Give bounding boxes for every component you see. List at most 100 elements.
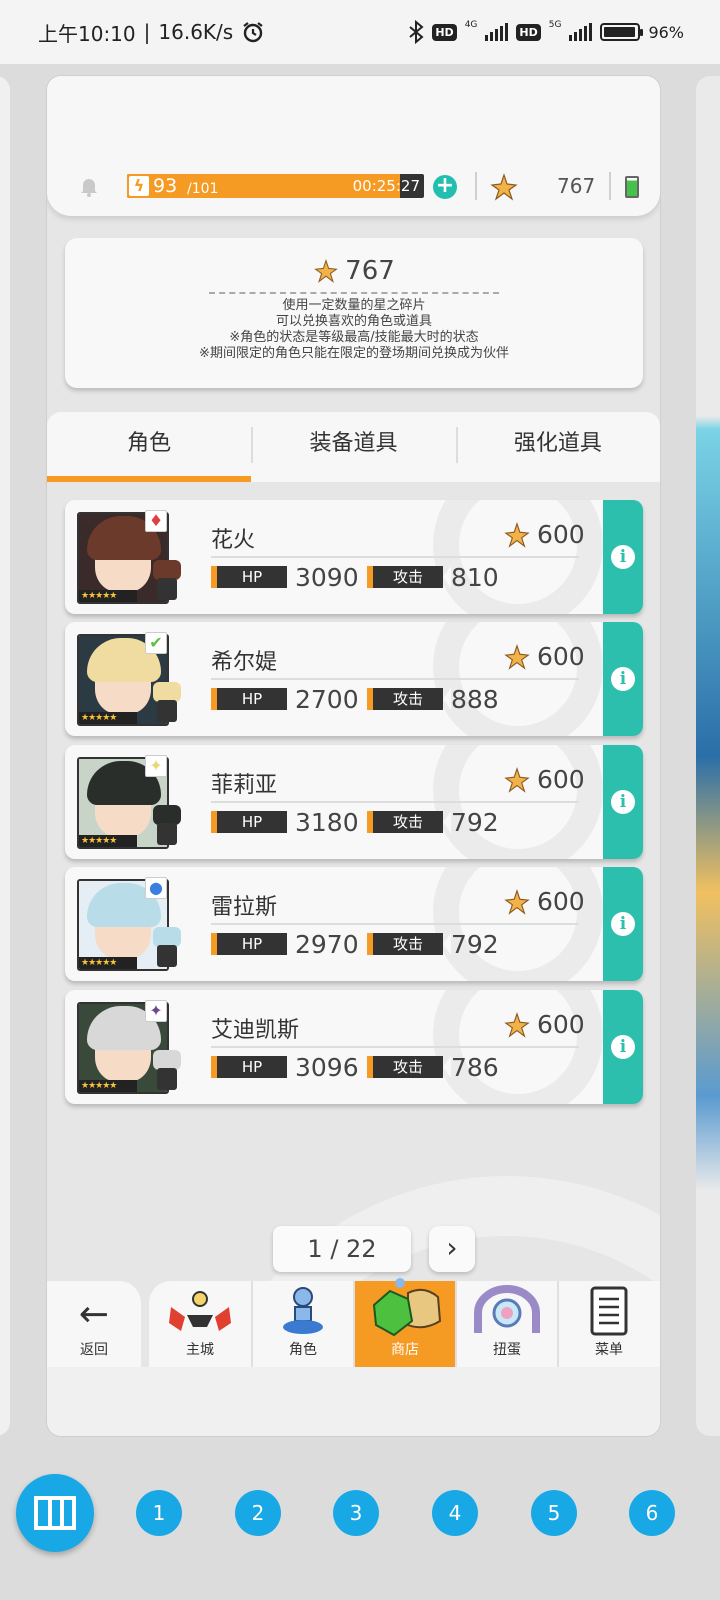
status-time: 上午10:10 (38, 21, 136, 46)
dock-page-button[interactable]: 3 (333, 1490, 379, 1536)
dock-page-button[interactable]: 2 (235, 1490, 281, 1536)
hd-badge-2: HD (516, 23, 541, 41)
info-line: 可以兑换喜欢的角色或道具 (275, 314, 432, 329)
price: 600 (503, 765, 585, 794)
status-speed: 16.6K/s (158, 20, 234, 44)
price: 600 (503, 1010, 585, 1039)
tab-equipment[interactable]: 装备道具 (251, 412, 455, 482)
dock-page-button[interactable]: 5 (531, 1490, 577, 1536)
info-icon: i (611, 545, 635, 569)
character-card[interactable]: ★★★★★ ✦ 菲莉亚 600 HP 3180 攻击 792 i (65, 745, 643, 859)
next-page-button[interactable]: › (429, 1226, 475, 1272)
attack-value: 792 (451, 807, 499, 837)
price-value: 600 (537, 520, 585, 549)
attack-value: 792 (451, 929, 499, 959)
divider (475, 172, 477, 200)
character-card[interactable]: ★★★★★ ● 雷拉斯 600 HP 2970 攻击 792 i (65, 867, 643, 981)
element-icon: ✦ (145, 755, 167, 777)
castle-icon (149, 1281, 251, 1339)
hp-stat: HP 3090 (211, 563, 359, 592)
character-name: 菲莉亚 (211, 773, 278, 798)
nav-item-gacha[interactable]: 扭蛋 (455, 1281, 557, 1367)
signal-icon-2 (569, 23, 593, 41)
hp-label: HP (211, 1056, 295, 1078)
bluetooth-icon (409, 20, 424, 44)
shop-bag-icon (355, 1278, 455, 1339)
stamina-current: 93 (153, 175, 178, 197)
attack-stat: 攻击 888 (367, 685, 499, 714)
exchange-info-panel: 767 使用一定数量的星之碎片 可以兑换喜欢的角色或道具 ※角色的状态是等级最高… (65, 238, 643, 388)
character-card[interactable]: ★★★★★ ✦ 艾迪凯斯 600 HP 3096 攻击 786 i (65, 990, 643, 1104)
nav-item-menu[interactable]: 菜单 (557, 1281, 659, 1367)
hp-value: 2970 (295, 929, 359, 959)
character-card[interactable]: ★★★★★ ✔ 希尔媞 600 HP 2700 攻击 888 i (65, 622, 643, 736)
nav-item-shop[interactable]: 商店 (353, 1278, 455, 1367)
adjacent-card-left (0, 76, 10, 1436)
game-window[interactable]: ϟ 93 /101 00:25:27 + 767 767 使用一定数量的星之碎片… (47, 76, 660, 1436)
dock-page-button[interactable]: 6 (629, 1490, 675, 1536)
character-name: 希尔媞 (211, 650, 278, 675)
hp-value: 3180 (295, 807, 359, 837)
rarity-stars: ★★★★★ (79, 957, 137, 969)
bottom-nav: ← 返回 主城 角色 商店 扭蛋 菜单 (47, 1278, 660, 1367)
nav-item-characters[interactable]: 角色 (251, 1281, 353, 1367)
price: 600 (503, 520, 585, 549)
battery-icon (600, 23, 644, 41)
sprite-head (153, 682, 181, 702)
character-info-button[interactable]: i (603, 990, 643, 1104)
tab-characters[interactable]: 角色 (47, 412, 252, 482)
multiwindow-home-button[interactable] (16, 1474, 94, 1552)
sprite-body (157, 578, 177, 600)
hd-badge: HD (432, 23, 457, 41)
star-shard-icon (314, 258, 338, 283)
bell-icon[interactable] (77, 174, 101, 198)
back-button[interactable]: ← 返回 (47, 1281, 141, 1367)
attack-stat: 攻击 786 (367, 1052, 499, 1082)
dashed-divider (209, 292, 499, 294)
dock-page-button[interactable]: 1 (136, 1490, 182, 1536)
character-info-button[interactable]: i (603, 622, 643, 736)
price-value: 600 (537, 1010, 585, 1039)
info-icon: i (611, 667, 635, 691)
attack-label: 攻击 (367, 1056, 451, 1078)
hp-stat: HP 2700 (211, 685, 359, 714)
back-label: 返回 (80, 1342, 108, 1358)
window-icon (34, 1496, 76, 1530)
character-icon (253, 1281, 353, 1339)
add-stamina-button[interactable]: + (433, 175, 457, 199)
name-underline (211, 1046, 579, 1048)
alarm-icon (243, 22, 263, 43)
hp-label: HP (211, 811, 295, 833)
info-line: 使用一定数量的星之碎片 (282, 298, 426, 313)
name-underline (211, 678, 579, 680)
sprite-head (153, 927, 181, 947)
character-name: 花火 (211, 528, 256, 553)
character-card[interactable]: ★★★★★ ♦ 花火 600 HP 3090 攻击 810 i (65, 500, 643, 614)
dock-page-button[interactable]: 4 (432, 1490, 478, 1536)
nav-bar: 主城 角色 商店 扭蛋 菜单 (149, 1278, 660, 1367)
category-tabs: 角色 装备道具 强化道具 (47, 412, 660, 482)
element-icon: ✦ (145, 1000, 167, 1022)
character-info-button[interactable]: i (603, 867, 643, 981)
hp-label: HP (211, 933, 295, 955)
signal-icon (485, 23, 509, 41)
nav-label: 角色 (289, 1342, 317, 1358)
attack-stat: 攻击 792 (367, 807, 499, 837)
attack-stat: 攻击 792 (367, 929, 499, 959)
name-underline (211, 801, 579, 803)
element-icon: ♦ (145, 510, 167, 532)
net-5g-label: 5G (548, 20, 562, 30)
sprite-body (157, 700, 177, 722)
tab-enhancement[interactable]: 强化道具 (455, 412, 660, 482)
hp-label: HP (211, 688, 295, 710)
attack-value: 786 (451, 1052, 499, 1082)
sprite-body (157, 945, 177, 967)
character-info-button[interactable]: i (603, 500, 643, 614)
character-info-button[interactable]: i (603, 745, 643, 859)
star-shard-icon (504, 766, 530, 793)
pixel-sprite-icon (149, 680, 185, 724)
sprite-head (153, 1050, 181, 1070)
nav-item-castle[interactable]: 主城 (149, 1281, 251, 1367)
element-icon: ✔ (145, 632, 167, 654)
info-line: ※角色的状态是等级最高/技能最大时的状态 (229, 330, 479, 345)
